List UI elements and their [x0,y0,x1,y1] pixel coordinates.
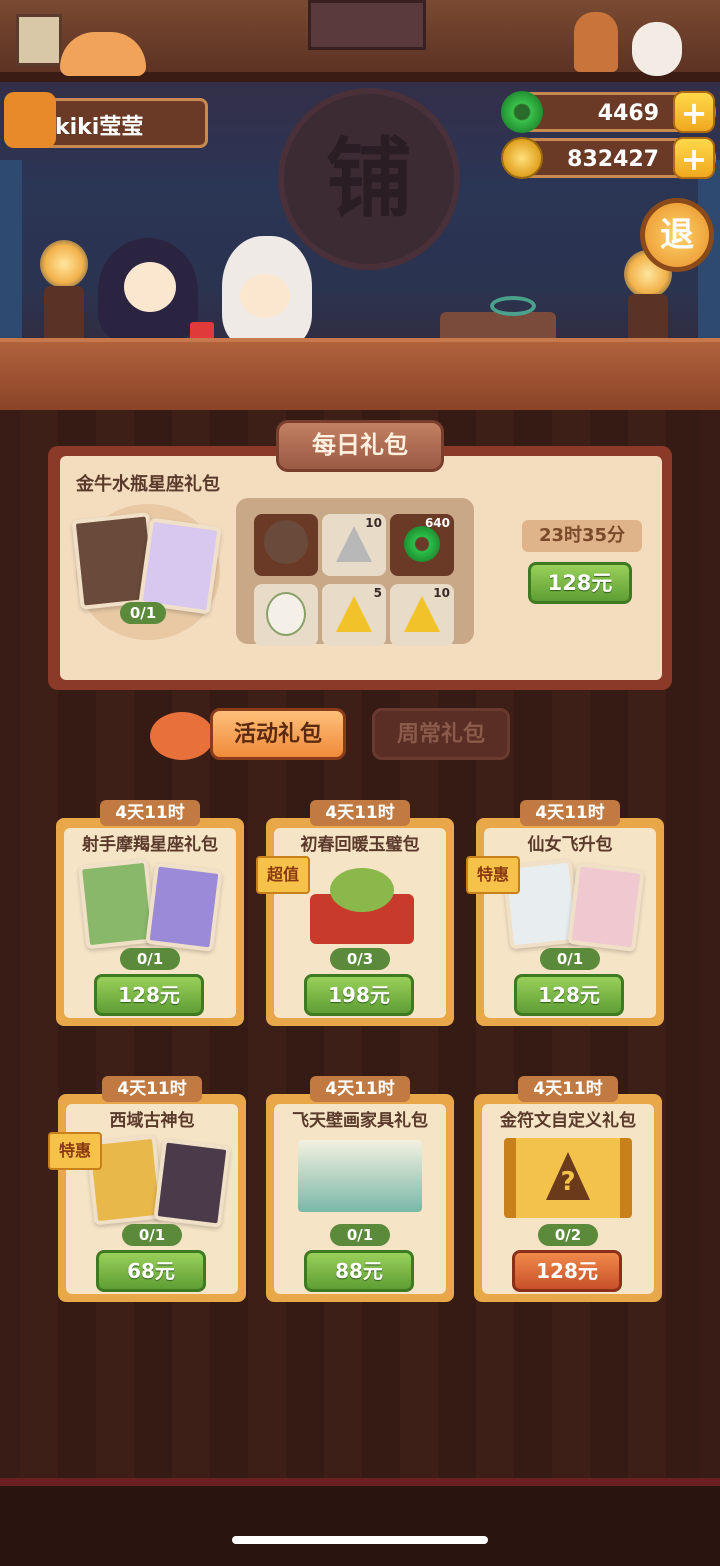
shop-counter [0,338,720,410]
item-slot[interactable]: 640 [390,514,454,576]
shop-sign-text: 铺 [326,129,412,229]
left-lamp [40,240,88,288]
add-coins-button[interactable]: + [673,137,715,179]
gift-picture [76,854,224,952]
gift-tag-badge: 特惠 [48,1132,102,1170]
gift-card[interactable]: 4天11时 仙女飞升包 特惠 0/1 128元 [466,798,664,1026]
gold-token-icon [404,596,440,632]
gift-picture [286,1130,434,1224]
character-card-icon [567,862,645,952]
character-card-icon [266,592,306,636]
gift-name: 仙女飞升包 [527,835,613,855]
coin-currency-bar: 832427 + [501,137,716,179]
item-slot[interactable]: 10 [390,584,454,646]
wall-plaque [16,14,62,66]
gift-progress: 0/1 [330,1224,390,1246]
gift-card[interactable]: 4天11时 初春回暖玉璧包 超值 0/3 198元 [256,798,454,1026]
jade-ring-icon [404,526,440,562]
character-card-icon [138,517,222,615]
gift-buy-button[interactable]: 128元 [512,1250,622,1292]
fox-mascot-icon [150,712,214,760]
gift-card[interactable]: 4天11时 射手摩羯星座礼包 0/1 128元 [56,798,244,1026]
gift-name: 射手摩羯星座礼包 [82,835,218,855]
character-card-icon [264,520,308,564]
gift-name: 金符文自定义礼包 [500,1111,636,1131]
gift-buy-button[interactable]: 68元 [96,1250,206,1292]
gift-timer: 4天11时 [310,1076,410,1102]
gift-progress: 0/1 [120,948,180,970]
gift-buy-button[interactable]: 128元 [94,974,204,1016]
item-count: 5 [373,586,382,600]
gift-name: 初春回暖玉璧包 [300,835,420,855]
character-card-icon [145,862,223,952]
gift-timer: 4天11时 [520,800,620,826]
jade-currency-bar: 4469 + [501,91,716,133]
gift-timer: 4天11时 [310,800,410,826]
gift-progress: 0/1 [540,948,600,970]
coin-amount: 832427 [567,147,659,172]
gift-progress: 0/1 [122,1224,182,1246]
hanging-banner [308,0,426,50]
daily-pack-items: 10 640 5 10 [236,498,474,646]
daily-pack-header: 每日礼包 [276,420,444,472]
jade-amount: 4469 [597,101,659,126]
shop-scene: 铺 [0,0,720,410]
gift-timer: 4天11时 [100,800,200,826]
npc-boy-face [240,274,290,318]
gift-card[interactable]: 4天11时 金符文自定义礼包 ? 0/2 128元 [474,1074,662,1302]
daily-pack-timer: 23时35分 [522,520,642,552]
gift-picture: ? [494,1130,642,1224]
gift-progress: 0/2 [538,1224,598,1246]
item-count: 640 [424,516,450,530]
jade-ring-icon [330,868,394,912]
figurine-decor [574,12,618,72]
character-card-icon [77,858,157,950]
gift-tag-badge: 特惠 [466,856,520,894]
gift-tag-badge: 超值 [256,856,310,894]
gift-buy-button[interactable]: 198元 [304,974,414,1016]
character-card-icon [153,1138,231,1228]
tab-weekly-packs[interactable]: 周常礼包 [372,708,510,760]
player-name: kiki莹莹 [55,115,144,140]
gift-card[interactable]: 4天11时 西域古神包 特惠 0/1 68元 [48,1074,246,1302]
daily-pack-buy-button[interactable]: 128元 [528,562,632,604]
gold-coin-icon [501,137,543,179]
npc-girl-face [124,262,176,312]
player-avatar-icon[interactable] [4,92,56,148]
item-slot[interactable]: 10 [322,514,386,576]
gift-name: 飞天壁画家具礼包 [292,1111,428,1131]
item-slot[interactable] [254,514,318,576]
home-indicator[interactable] [232,1536,488,1544]
gift-buy-button[interactable]: 128元 [514,974,624,1016]
silver-token-icon [336,526,372,562]
add-jade-button[interactable]: + [673,91,715,133]
jade-ring-icon [501,91,543,133]
gift-card[interactable]: 4天11时 飞天壁画家具礼包 0/1 88元 [266,1074,454,1302]
item-count: 10 [433,586,450,600]
bottom-bar [0,1478,720,1566]
cat-figure-decor [632,22,682,76]
mural-furniture-icon [298,1140,422,1212]
exit-button[interactable]: 退 [640,198,714,272]
daily-pack-progress: 0/1 [120,602,166,624]
gift-progress: 0/3 [330,948,390,970]
tab-event-packs[interactable]: 活动礼包 [210,708,346,760]
item-slot[interactable]: 5 [322,584,386,646]
item-count: 10 [365,516,382,530]
gift-buy-button[interactable]: 88元 [304,1250,414,1292]
gift-timer: 4天11时 [518,1076,618,1102]
gift-name: 西域古神包 [109,1111,195,1131]
gold-token-icon [336,596,372,632]
jade-bracelet-decor [490,296,536,316]
daily-pack-name: 金牛水瓶星座礼包 [76,474,220,495]
shop-sign: 铺 [278,88,460,270]
gift-timer: 4天11时 [102,1076,202,1102]
item-slot[interactable] [254,584,318,646]
